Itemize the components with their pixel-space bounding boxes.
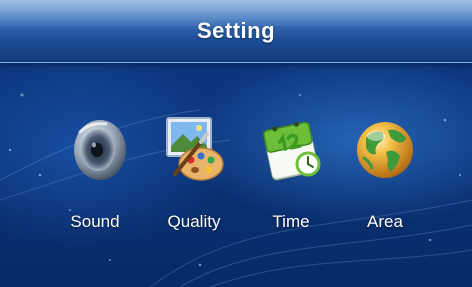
menu-item-label: Quality: [167, 212, 221, 231]
menu-item-label: Sound: [70, 212, 120, 231]
globe-icon: [357, 122, 413, 178]
title-bar: Setting: [0, 0, 472, 63]
speaker-icon: [74, 120, 126, 180]
settings-screen: Setting Sound Quality Time Area: [0, 0, 472, 287]
menu-item-label: Time: [272, 212, 310, 231]
menu-item-quality[interactable]: Quality: [149, 112, 239, 242]
menu-item-label: Area: [367, 212, 403, 231]
menu-item-area[interactable]: Area: [340, 112, 430, 242]
palette-icon: [166, 117, 224, 181]
page-title: Setting: [196, 18, 276, 43]
menu-item-sound[interactable]: Sound: [50, 112, 140, 242]
calendar-icon: [263, 121, 321, 181]
menu-item-time[interactable]: Time: [246, 112, 336, 242]
